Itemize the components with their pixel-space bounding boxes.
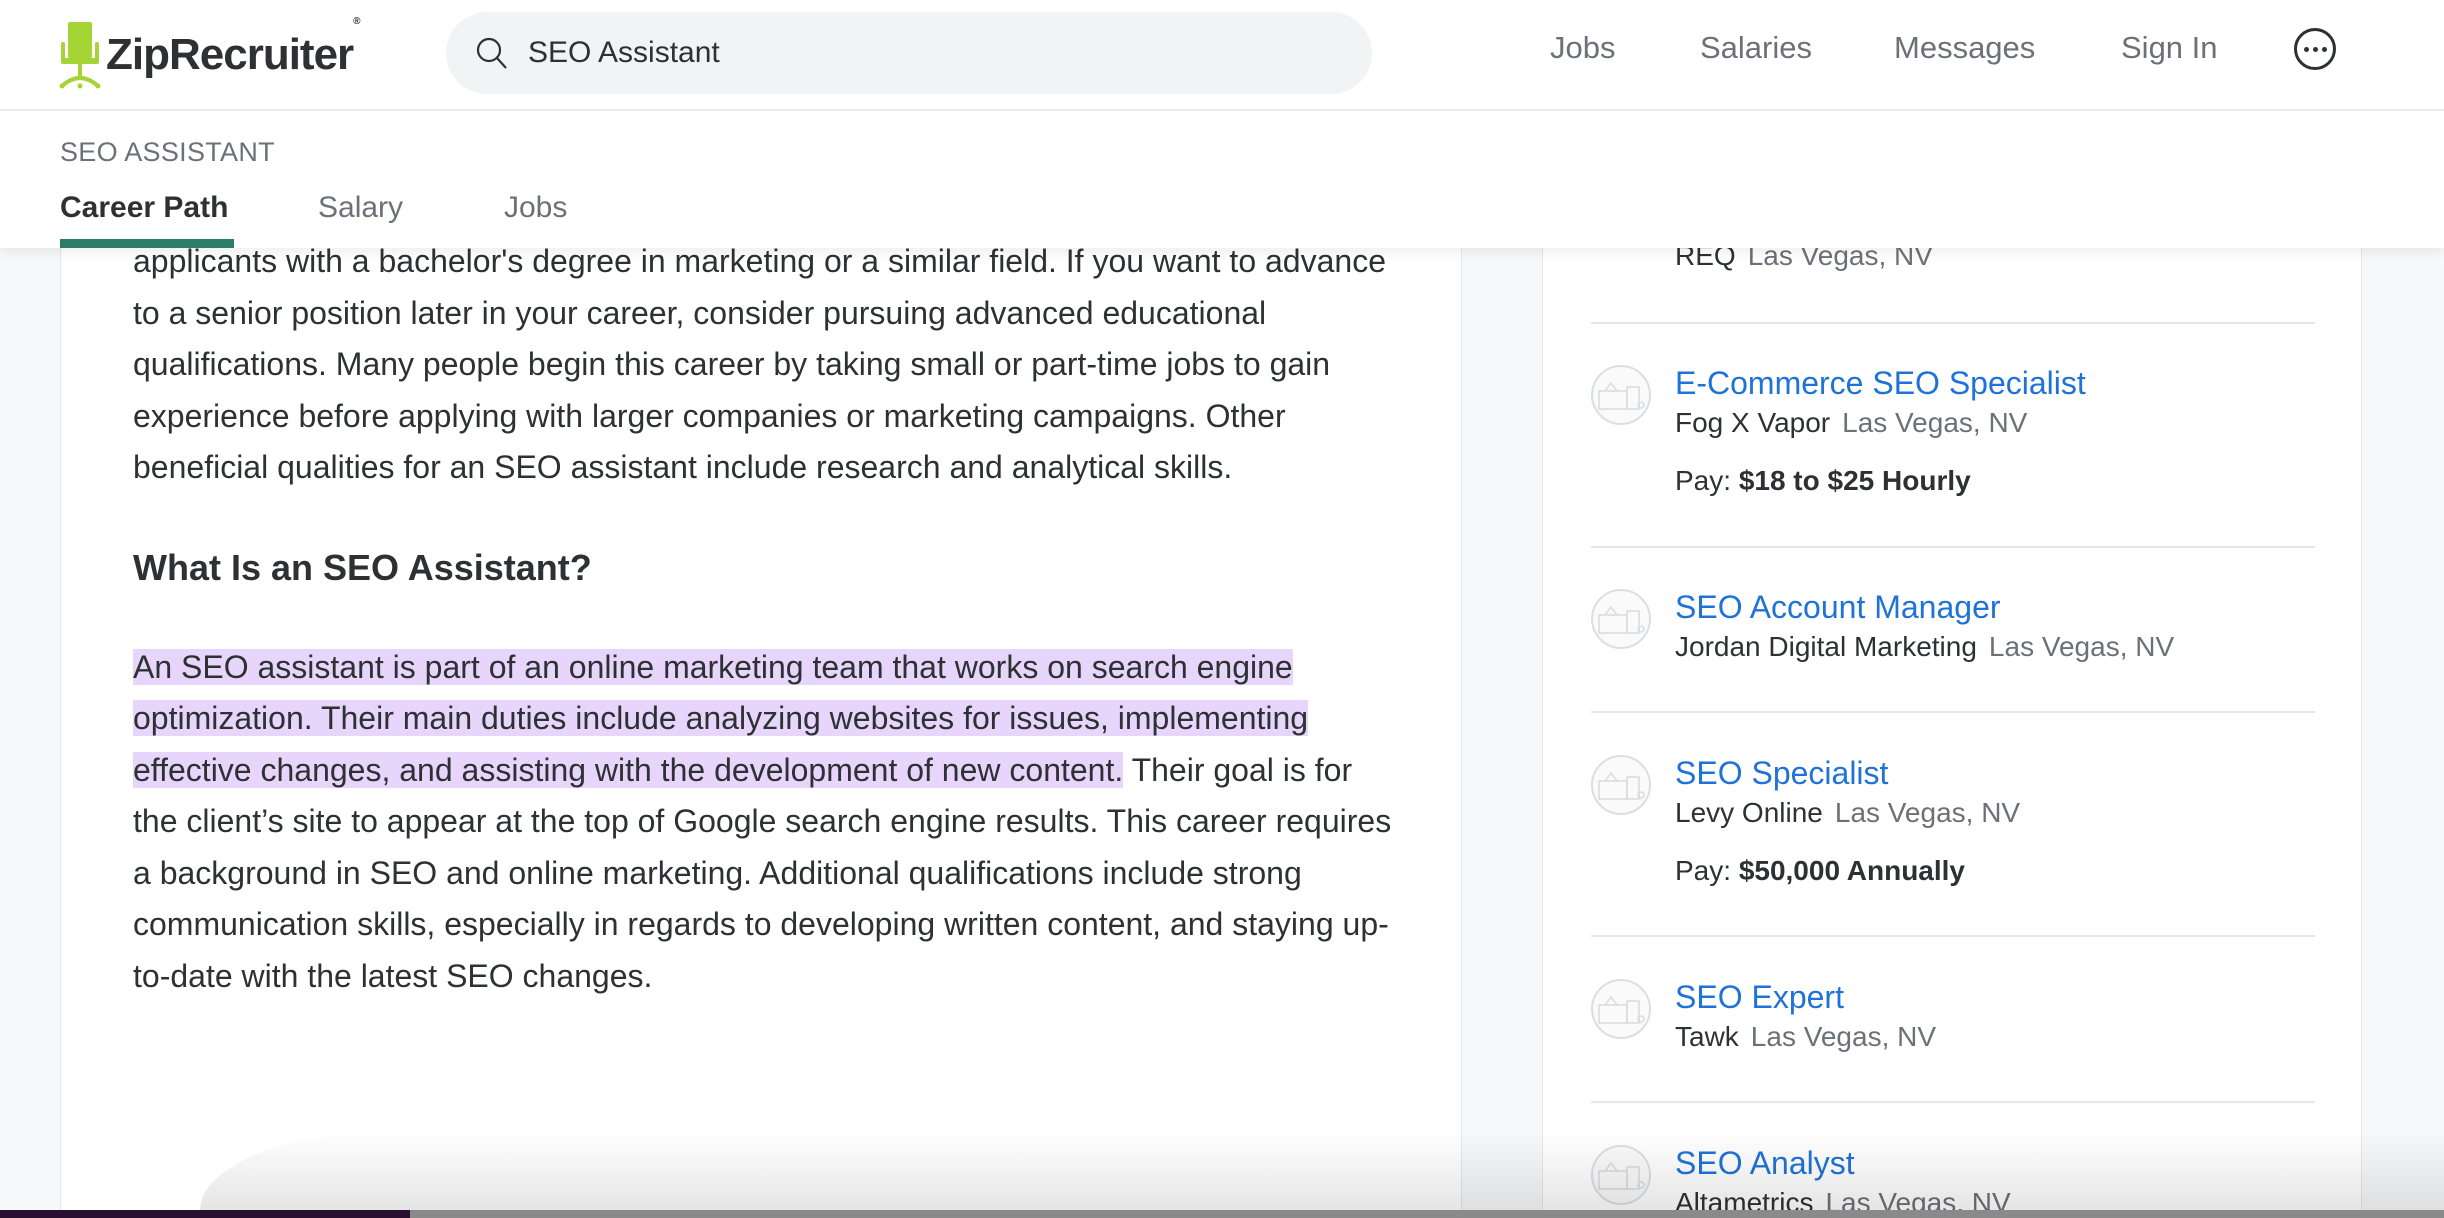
divider xyxy=(1591,546,2315,548)
job-company: Tawk xyxy=(1675,1021,1739,1052)
company-building-icon xyxy=(1591,365,1651,425)
definition-paragraph: An SEO assistant is part of an online ma… xyxy=(133,642,1403,1003)
job-title-link[interactable]: SEO Specialist xyxy=(1675,755,1888,792)
company-building-icon xyxy=(1591,1145,1651,1205)
article-card: applicants with a bachelor's degree in m… xyxy=(60,200,1462,1218)
section-heading: What Is an SEO Assistant? xyxy=(133,546,592,588)
active-tab-indicator xyxy=(60,239,234,248)
jobs-sidebar: REQ Las Vegas, NV E-Commerce SEO Speciali… xyxy=(1542,166,2362,1218)
tab-salary[interactable]: Salary xyxy=(318,191,403,225)
divider xyxy=(1591,935,2315,937)
divider xyxy=(1591,711,2315,713)
chair-logo-icon xyxy=(59,22,101,89)
job-company: Levy Online xyxy=(1675,797,1823,828)
company-building-icon xyxy=(1591,589,1651,649)
search-icon xyxy=(476,37,507,69)
more-options-button[interactable] xyxy=(2294,28,2336,70)
job-location: Las Vegas, NV xyxy=(1988,631,2175,662)
nav-sign-in[interactable]: Sign In xyxy=(2121,30,2218,66)
job-title-link[interactable]: E-Commerce SEO Specialist xyxy=(1675,365,2086,402)
brand-name: ZipRecruiter® xyxy=(106,16,361,79)
tab-jobs[interactable]: Jobs xyxy=(504,191,567,225)
article-body: applicants with a bachelor's degree in m… xyxy=(133,236,1403,1002)
tab-career-path[interactable]: Career Path xyxy=(60,191,228,225)
nav-messages[interactable]: Messages xyxy=(1894,30,2035,66)
job-pay: Pay: $50,000 Annually xyxy=(1675,855,1965,886)
job-location: Las Vegas, NV xyxy=(1842,407,2028,438)
job-company: Jordan Digital Marketing xyxy=(1675,631,1977,662)
company-building-icon xyxy=(1591,755,1651,815)
intro-paragraph: applicants with a bachelor's degree in m… xyxy=(133,243,1386,485)
job-title-link[interactable]: SEO Account Manager xyxy=(1675,589,2001,626)
divider xyxy=(1591,1101,2315,1103)
more-options-icon xyxy=(2303,46,2309,52)
company-building-icon xyxy=(1591,979,1651,1039)
job-title-link[interactable]: SEO Expert xyxy=(1675,979,1844,1016)
divider xyxy=(1591,322,2315,324)
ziprecruiter-logo[interactable]: ZipRecruiter® xyxy=(58,16,361,90)
job-pay: Pay: $18 to $25 Hourly xyxy=(1675,465,1971,496)
nav-jobs[interactable]: Jobs xyxy=(1550,30,1615,66)
job-location: Las Vegas, NV xyxy=(1750,1021,1937,1052)
job-title-link[interactable]: SEO Analyst xyxy=(1675,1145,1855,1182)
search-bar[interactable] xyxy=(446,12,1372,94)
bottom-bar-accent xyxy=(0,1210,410,1218)
top-navigation-bar: ZipRecruiter® Jobs Salaries Messages Sig… xyxy=(0,0,2444,111)
job-location: Las Vegas, NV xyxy=(1834,797,2021,828)
search-input[interactable] xyxy=(528,36,1328,70)
career-subheader: SEO ASSISTANT Career Path Salary Jobs xyxy=(0,111,2444,248)
job-company: Fog X Vapor xyxy=(1675,407,1831,438)
career-eyebrow: SEO ASSISTANT xyxy=(60,137,275,167)
nav-salaries[interactable]: Salaries xyxy=(1700,30,1812,66)
